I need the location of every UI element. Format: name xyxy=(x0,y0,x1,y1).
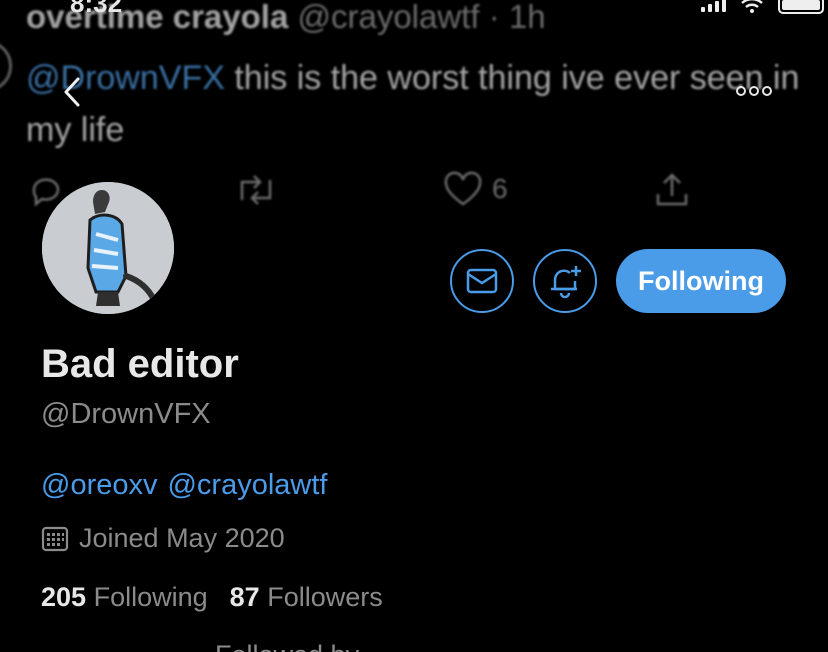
status-time: 8:32 xyxy=(70,0,123,18)
profile-avatar[interactable] xyxy=(40,180,176,316)
calendar-icon xyxy=(41,526,69,551)
following-count: 205 xyxy=(41,582,87,612)
heart-icon xyxy=(444,171,482,206)
back-chevron-icon xyxy=(64,77,80,107)
joined-date: Joined May 2020 xyxy=(41,523,285,554)
notification-bell-icon xyxy=(551,266,581,299)
tweet-author-handle: @crayolawtf xyxy=(297,0,480,35)
following-button[interactable]: Following xyxy=(616,249,786,313)
mail-icon xyxy=(466,268,498,294)
tweet-author-avatar xyxy=(0,40,12,92)
status-icons xyxy=(701,0,824,14)
message-button[interactable] xyxy=(450,249,514,313)
following-label: Following xyxy=(93,582,208,612)
bio-mention-link[interactable]: @oreoxv xyxy=(41,469,157,502)
notifications-button[interactable] xyxy=(533,249,597,313)
battery-icon xyxy=(778,0,824,14)
more-options-icon[interactable] xyxy=(732,80,776,102)
wifi-icon xyxy=(741,0,763,13)
followers-count: 87 xyxy=(229,582,260,612)
signal-icon xyxy=(701,0,726,12)
back-button[interactable] xyxy=(52,72,92,112)
profile-display-name: Bad editor xyxy=(41,342,239,386)
like-group: 6 xyxy=(442,170,508,208)
retweet-icon xyxy=(232,170,280,210)
like-count: 6 xyxy=(492,173,508,204)
share-icon xyxy=(652,170,692,210)
avatar-image xyxy=(42,182,174,314)
tweet-time: · 1h xyxy=(488,0,546,35)
bio-mention-link[interactable]: @crayolawtf xyxy=(167,469,327,502)
following-stat[interactable]: 205 Following xyxy=(41,582,208,613)
tweet-text: @DrownVFX this is the worst thing ive ev… xyxy=(26,52,826,156)
follow-stats: 205 Following 87 Followers xyxy=(41,582,383,613)
profile-bio: @oreoxv @crayolawtf xyxy=(41,469,327,502)
tweet-author-name: overtime crayola xyxy=(26,0,289,35)
followers-stat[interactable]: 87 Followers xyxy=(230,582,383,613)
joined-text: Joined May 2020 xyxy=(79,523,285,553)
profile-username: @DrownVFX xyxy=(41,398,211,430)
followers-label: Followers xyxy=(267,582,383,612)
followed-by-text: Followed by ... xyxy=(215,640,389,652)
